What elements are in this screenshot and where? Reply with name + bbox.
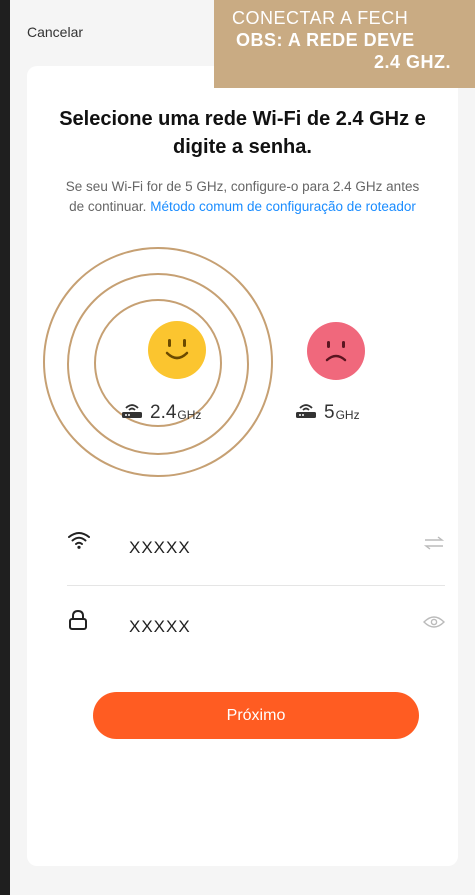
app-screen: Cancelar Selecione uma rede Wi-Fi de 2.4… bbox=[10, 0, 475, 895]
banner-line-1: CONECTAR A FECH bbox=[232, 8, 409, 28]
network-card: Selecione uma rede Wi-Fi de 2.4 GHz e di… bbox=[27, 66, 458, 866]
band-24-value: 2.4 bbox=[150, 402, 177, 423]
page-subtitle: Se seu Wi-Fi for de 5 GHz, configure-o p… bbox=[62, 177, 423, 217]
instruction-banner: CONECTAR A FECH OBS: A REDE DEVE 2.4 GHZ… bbox=[214, 0, 475, 88]
wifi-password-value[interactable]: XXXXX bbox=[129, 617, 191, 637]
wifi-password-field[interactable]: XXXXX bbox=[67, 605, 445, 645]
router-icon bbox=[120, 399, 144, 424]
sad-face-icon bbox=[307, 322, 365, 380]
wifi-ssid-field[interactable]: XXXXX bbox=[67, 526, 445, 566]
page-title: Selecione uma rede Wi-Fi de 2.4 GHz e di… bbox=[59, 108, 426, 158]
band-5-unit: GHz bbox=[335, 408, 360, 422]
band-5ghz: 5 GHz bbox=[294, 399, 360, 424]
cancel-button[interactable]: Cancelar bbox=[27, 24, 83, 40]
wifi-icon bbox=[67, 530, 91, 555]
eye-icon[interactable] bbox=[423, 615, 445, 634]
banner-line-2: OBS: A REDE DEVE bbox=[236, 30, 415, 50]
band-2-4ghz: 2.4 GHz bbox=[120, 399, 201, 424]
router-icon bbox=[294, 399, 318, 424]
switch-network-icon[interactable] bbox=[423, 536, 445, 555]
lock-icon bbox=[67, 609, 89, 636]
router-config-link[interactable]: Método comum de configuração de roteador bbox=[150, 199, 416, 214]
wifi-ssid-value[interactable]: XXXXX bbox=[129, 538, 191, 558]
banner-line-3: 2.4 GHZ. bbox=[374, 52, 452, 72]
band-5-value: 5 bbox=[324, 402, 335, 423]
band-24-unit: GHz bbox=[177, 408, 202, 422]
next-button[interactable]: Próximo bbox=[93, 692, 419, 739]
field-divider bbox=[67, 585, 445, 586]
happy-face-icon bbox=[148, 321, 206, 379]
